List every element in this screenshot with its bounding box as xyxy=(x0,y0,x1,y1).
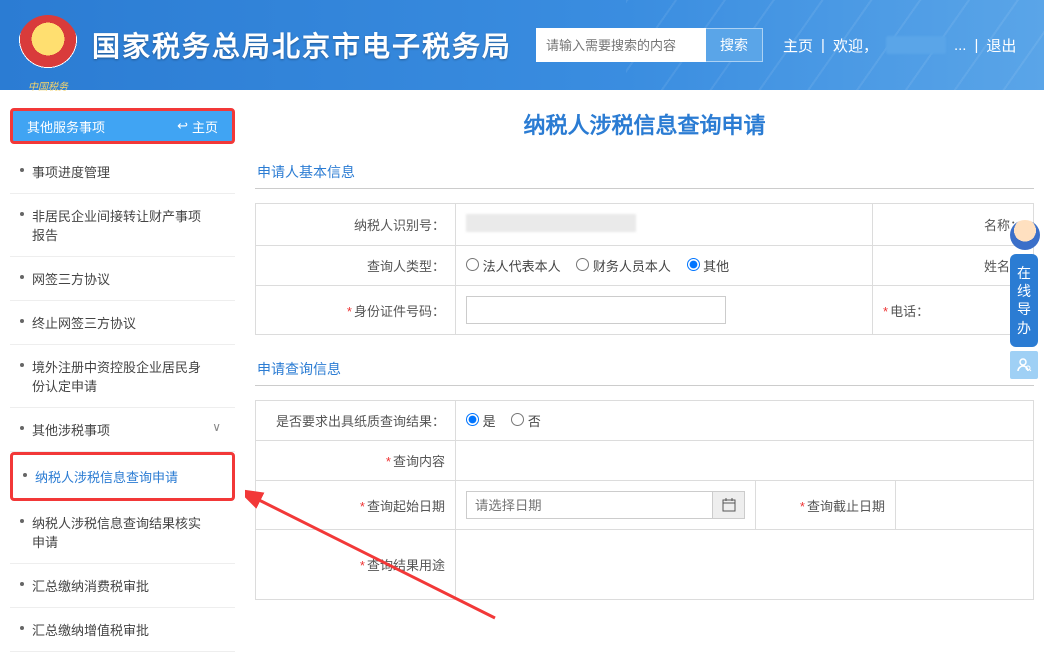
radio-other[interactable]: 其他 xyxy=(687,259,730,274)
search-button[interactable]: 搜索 xyxy=(706,28,763,62)
label-taxid: 纳税人识别号： xyxy=(256,204,456,246)
label-taxpayer-name: 名称： xyxy=(883,215,1023,234)
assistant-avatar-icon xyxy=(1010,220,1040,250)
sidebar-item-other-tax[interactable]: 其他涉税事项 xyxy=(10,408,235,452)
nav-welcome: 欢迎， xyxy=(833,35,878,56)
cell-qcontent xyxy=(456,441,1034,481)
sidebar-item-vat[interactable]: 汇总缴纳增值税审批 xyxy=(10,608,235,652)
label-idno: 身份证件号码： xyxy=(354,304,445,319)
label-enddate: 查询截止日期 xyxy=(807,499,885,514)
online-guide-tab[interactable]: 在线导办 xyxy=(1010,254,1038,347)
label-qcontent: 查询内容 xyxy=(393,454,445,469)
label-paper-result: 是否要求出具纸质查询结果： xyxy=(256,401,456,441)
label-startdate: 查询起始日期 xyxy=(367,499,445,514)
float-search-button[interactable] xyxy=(1010,351,1038,379)
user-name-redacted xyxy=(886,36,946,54)
sidebar-item-taxinfo-verify[interactable]: 纳税人涉税信息查询结果核实申请 xyxy=(10,501,235,564)
cell-purpose xyxy=(456,530,1034,600)
value-taxid xyxy=(456,204,873,246)
sidebar-title: 其他服务事项 xyxy=(27,117,105,136)
sidebar-back-home[interactable]: ↩ 主页 xyxy=(177,117,218,136)
nav-sep: | xyxy=(821,37,825,54)
calendar-button[interactable] xyxy=(713,491,745,519)
radio-no[interactable]: 否 xyxy=(511,414,541,429)
radio-legal[interactable]: 法人代表本人 xyxy=(466,259,561,274)
nav-sep: | xyxy=(974,37,978,54)
sidebar-item-esign[interactable]: 网签三方协议 xyxy=(10,257,235,301)
nav-logout[interactable]: 退出 xyxy=(986,35,1016,56)
sidebar-item-progress[interactable]: 事项进度管理 xyxy=(10,150,235,194)
sidebar-item-nonresident[interactable]: 非居民企业间接转让财产事项报告 xyxy=(10,194,235,257)
sidebar-item-overseas[interactable]: 境外注册中资控股企业居民身份认定申请 xyxy=(10,345,235,408)
site-logo xyxy=(18,15,78,75)
input-startdate[interactable] xyxy=(466,491,713,519)
section-query-info: 申请查询信息 xyxy=(255,353,1034,386)
cell-enddate xyxy=(896,481,1034,530)
paper-radio-group: 是 否 xyxy=(466,411,1023,430)
page-title: 纳税人涉税信息查询申请 xyxy=(255,108,1034,140)
calendar-icon xyxy=(722,498,736,512)
sidebar-item-terminate-esign[interactable]: 终止网签三方协议 xyxy=(10,301,235,345)
nav-home[interactable]: 主页 xyxy=(783,35,813,56)
label-phone: 电话： xyxy=(890,301,929,320)
site-title: 国家税务总局北京市电子税务局 xyxy=(92,25,512,65)
nav-ellipsis: ... xyxy=(954,37,967,54)
label-querytype: 查询人类型： xyxy=(256,246,456,286)
sidebar-header: 其他服务事项 ↩ 主页 xyxy=(10,108,235,144)
query-info-table: 是否要求出具纸质查询结果： 是 否 *查询内容 *查询起始日期 xyxy=(255,400,1034,600)
applicant-info-table: 纳税人识别号： 名称： 查询人类型： 法人代表本人 财务人员本人 其他 姓名： … xyxy=(255,203,1034,335)
label-purpose: 查询结果用途 xyxy=(367,558,445,573)
label-person-name: 姓名： xyxy=(883,256,1023,275)
radio-finance[interactable]: 财务人员本人 xyxy=(576,259,671,274)
taxid-redacted xyxy=(466,214,636,232)
input-idno[interactable] xyxy=(466,296,726,324)
search-input[interactable] xyxy=(536,28,706,62)
radio-yes[interactable]: 是 xyxy=(466,414,496,429)
section-applicant-info: 申请人基本信息 xyxy=(255,156,1034,189)
querytype-radio-group: 法人代表本人 财务人员本人 其他 xyxy=(466,256,862,275)
reply-icon: ↩ xyxy=(177,118,188,134)
sidebar-item-consumption-tax[interactable]: 汇总缴纳消费税审批 xyxy=(10,564,235,608)
sidebar-item-taxinfo-query[interactable]: 纳税人涉税信息查询申请 xyxy=(10,452,235,501)
person-search-icon xyxy=(1016,357,1032,373)
